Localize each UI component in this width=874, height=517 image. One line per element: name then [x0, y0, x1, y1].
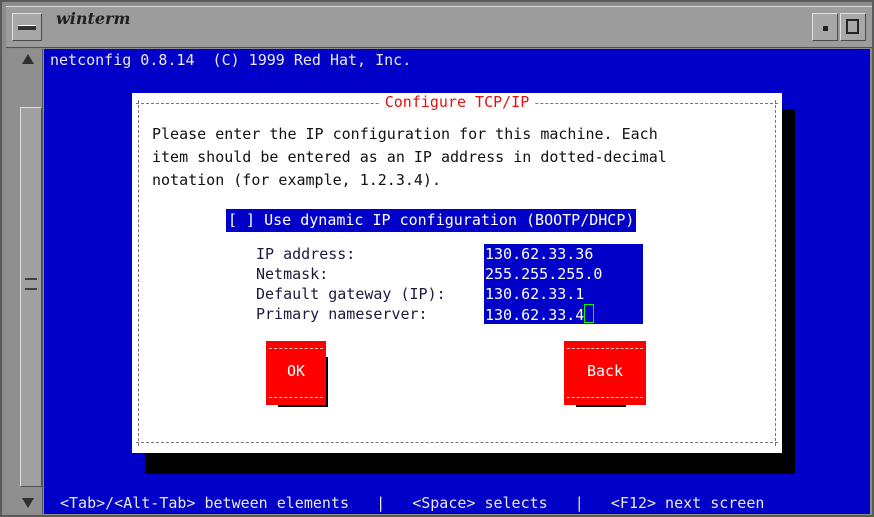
arrow-up-icon[interactable]	[22, 54, 34, 64]
vertical-scrollbar[interactable]	[6, 49, 43, 514]
back-button-label: Back	[586, 362, 624, 380]
back-button-border-bottom	[567, 397, 643, 398]
window-menu-button[interactable]	[12, 13, 42, 41]
text-cursor	[584, 304, 595, 323]
window-menu-icon	[18, 25, 36, 30]
dialog-border-bottom	[136, 442, 778, 443]
dhcp-checkbox[interactable]: [ ] Use dynamic IP configuration (BOOTP/…	[226, 209, 637, 232]
maximize-button[interactable]	[840, 13, 866, 41]
primary-nameserver-value: 130.62.33.4	[485, 306, 585, 324]
terminal-window: winterm netconfig 0.8.14 (C) 1999 Red Ha…	[0, 0, 874, 517]
scrollbar-thumb[interactable]	[20, 107, 42, 487]
minimize-icon	[823, 26, 828, 31]
help-status-line: <Tab>/<Alt-Tab> between elements | <Spac…	[60, 494, 765, 512]
configure-tcpip-dialog: Configure TCP/IP Please enter the IP con…	[132, 93, 782, 453]
primary-nameserver-label: Primary nameserver:	[256, 305, 428, 323]
dialog-description: Please enter the IP configuration for th…	[152, 125, 667, 189]
terminal-screen[interactable]: netconfig 0.8.14 (C) 1999 Red Hat, Inc. …	[44, 49, 870, 514]
arrow-down-icon[interactable]	[22, 498, 34, 508]
scrollbar-grip	[25, 278, 37, 290]
ok-button-border-bottom	[269, 397, 323, 398]
back-button[interactable]: Back	[564, 341, 646, 405]
program-header: netconfig 0.8.14 (C) 1999 Red Hat, Inc.	[50, 51, 412, 69]
dialog-border-left	[138, 100, 139, 446]
back-button-border-top	[567, 348, 643, 349]
window-title: winterm	[56, 9, 131, 28]
dialog-title-wrap: Configure TCP/IP	[132, 91, 782, 114]
dialog-border-right	[775, 100, 776, 446]
netmask-input[interactable]: 255.255.255.0	[484, 264, 643, 285]
maximize-icon	[846, 19, 859, 34]
title-bar[interactable]: winterm	[6, 6, 872, 48]
minimize-button[interactable]	[812, 13, 838, 41]
ok-button-label: OK	[286, 362, 306, 380]
default-gateway-input[interactable]: 130.62.33.1	[484, 284, 643, 305]
ok-button[interactable]: OK	[266, 341, 326, 405]
ok-button-border-top	[269, 348, 323, 349]
primary-nameserver-input[interactable]: 130.62.33.4	[484, 304, 643, 325]
dialog-title: Configure TCP/IP	[378, 93, 536, 111]
ip-address-input[interactable]: 130.62.33.36	[484, 244, 643, 265]
